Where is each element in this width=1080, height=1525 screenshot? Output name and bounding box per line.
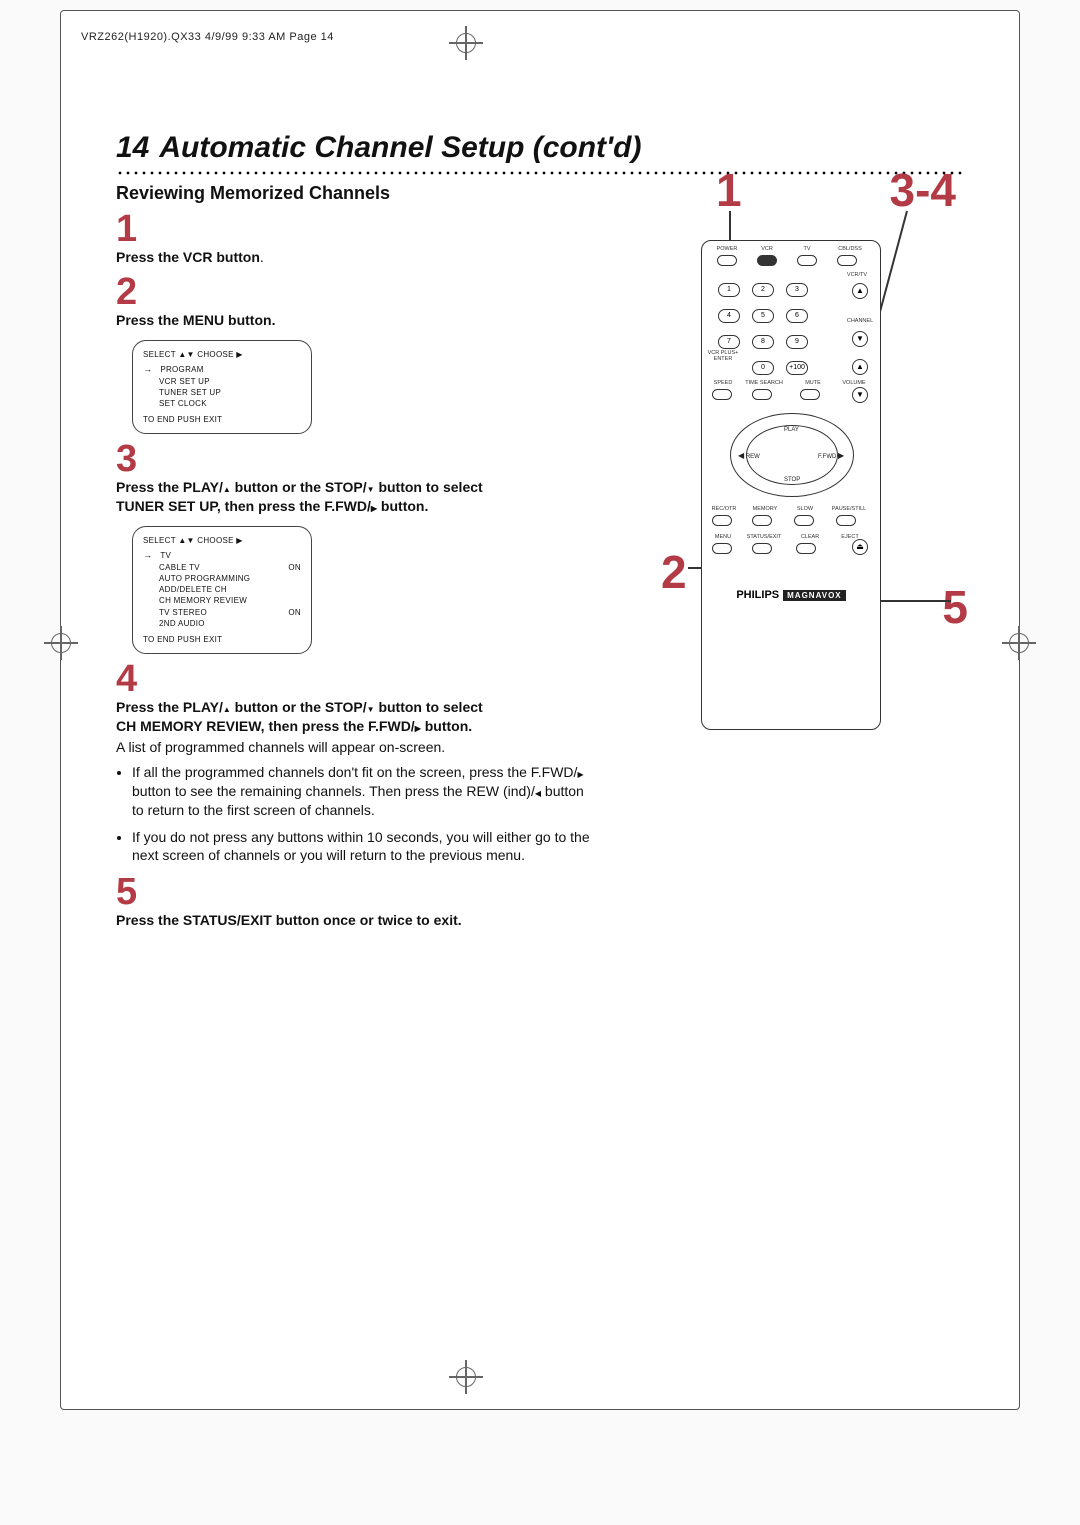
callout-3-4: 3-4 <box>890 163 956 217</box>
step-5-text: Press the STATUS/EXIT button once or twi… <box>116 911 596 930</box>
triangle-right-icon <box>236 536 242 545</box>
num-8: 8 <box>752 335 774 349</box>
triangle-up-icon <box>223 699 231 715</box>
page-title-row: 14 Automatic Channel Setup (cont'd) <box>116 131 966 165</box>
num-9: 9 <box>786 335 808 349</box>
vol-down-button <box>852 387 868 403</box>
rew-label: REW <box>738 451 760 460</box>
osd-menu-1: SELECT CHOOSE PROGRAM VCR SET UP TUNER S… <box>132 340 312 435</box>
registration-mark <box>449 26 483 60</box>
slow-button <box>794 515 814 526</box>
remote-diagram: POWER VCR TV CBL/DSS VCR/TV 1 2 <box>701 240 881 730</box>
clear-button <box>796 543 816 554</box>
right-column: 1 3-4 2 5 POWER VCR TV CBL/DSS <box>616 175 966 930</box>
step-3-text: Press the PLAY/ button or the STOP/ butt… <box>116 478 596 516</box>
num-4: 4 <box>718 309 740 323</box>
status-exit-button <box>752 543 772 554</box>
manual-page: VRZ262(H1920).QX33 4/9/99 9:33 AM Page 1… <box>60 10 1020 1410</box>
mute-button <box>800 389 820 400</box>
step-4-text: Press the PLAY/ button or the STOP/ butt… <box>116 698 596 865</box>
triangle-left-icon <box>738 454 744 460</box>
speed-button <box>712 389 732 400</box>
num-1: 1 <box>718 283 740 297</box>
step-5-bold: Press the STATUS/EXIT button once or twi… <box>116 912 462 928</box>
num-3: 3 <box>786 283 808 297</box>
step-number-3: 3 <box>116 440 596 478</box>
step-number-1: 1 <box>116 210 596 248</box>
power-button <box>717 255 737 266</box>
play-label: PLAY <box>784 427 799 433</box>
triangle-right-icon <box>236 350 242 359</box>
step-number-5: 5 <box>116 873 596 911</box>
num-6: 6 <box>786 309 808 323</box>
triangle-up-icon <box>223 479 231 495</box>
timesearch-button <box>752 389 772 400</box>
osd-menu-2: SELECT CHOOSE TV CABLE TVON AUTO PROGRAM… <box>132 526 312 654</box>
arrow-right-icon <box>143 551 152 560</box>
left-column: Reviewing Memorized Channels 1 Press the… <box>116 175 596 930</box>
cbl-dss-button <box>837 255 857 266</box>
triangle-down-icon <box>367 479 375 495</box>
bullet-item: If all the programmed channels don't fit… <box>132 763 596 820</box>
header-slug: VRZ262(H1920).QX33 4/9/99 9:33 AM Page 1… <box>81 31 334 43</box>
rec-otr-button <box>712 515 732 526</box>
ch-down-button <box>852 331 868 347</box>
step-2-bold: Press the MENU button. <box>116 312 275 328</box>
page-number: 14 <box>116 131 149 165</box>
ch-up-button <box>852 283 868 299</box>
step-2-text: Press the MENU button. <box>116 311 596 330</box>
eject-button: ⏏ <box>852 539 868 555</box>
tv-button <box>797 255 817 266</box>
brand-label: PHILIPSMAGNAVOX <box>702 589 880 601</box>
registration-mark <box>44 626 78 660</box>
step-number-2: 2 <box>116 273 596 311</box>
eject-icon: ⏏ <box>853 540 867 554</box>
vcr-button <box>757 255 777 266</box>
step-1-text: Press the VCR button. <box>116 248 596 267</box>
triangle-down-icon <box>187 350 195 359</box>
step-number-4: 4 <box>116 660 596 698</box>
num-5: 5 <box>752 309 774 323</box>
vol-up-button <box>852 359 868 375</box>
arrow-right-icon <box>143 365 152 374</box>
triangle-right-icon <box>577 764 583 780</box>
triangle-up-icon <box>178 350 186 359</box>
transport-hub <box>772 443 812 467</box>
page-title: Automatic Channel Setup (cont'd) <box>159 131 641 165</box>
plus-100: +100 <box>786 361 808 375</box>
stop-label: STOP <box>784 477 800 483</box>
callout-5: 5 <box>942 580 968 634</box>
callout-2: 2 <box>661 545 687 599</box>
memory-button <box>752 515 772 526</box>
triangle-down-icon <box>367 699 375 715</box>
callout-1: 1 <box>716 163 742 217</box>
triangle-right-icon <box>838 454 844 460</box>
triangle-up-icon <box>853 360 867 375</box>
registration-mark <box>1002 626 1036 660</box>
content-area: 14 Automatic Channel Setup (cont'd) Revi… <box>116 131 966 930</box>
num-2: 2 <box>752 283 774 297</box>
triangle-up-icon <box>178 536 186 545</box>
triangle-down-icon <box>187 536 195 545</box>
num-0: 0 <box>752 361 774 375</box>
num-7: 7 <box>718 335 740 349</box>
triangle-down-icon <box>853 332 867 347</box>
callout-line <box>881 600 951 602</box>
bullet-item: If you do not press any buttons within 1… <box>132 828 596 866</box>
section-subheading: Reviewing Memorized Channels <box>116 183 596 204</box>
menu-button <box>712 543 732 554</box>
step-1-bold: Press the VCR button <box>116 249 260 265</box>
triangle-up-icon <box>853 284 867 299</box>
registration-mark <box>449 1360 483 1394</box>
triangle-down-icon <box>853 388 867 403</box>
pause-still-button <box>836 515 856 526</box>
ffwd-label: F.FWD <box>818 451 844 460</box>
